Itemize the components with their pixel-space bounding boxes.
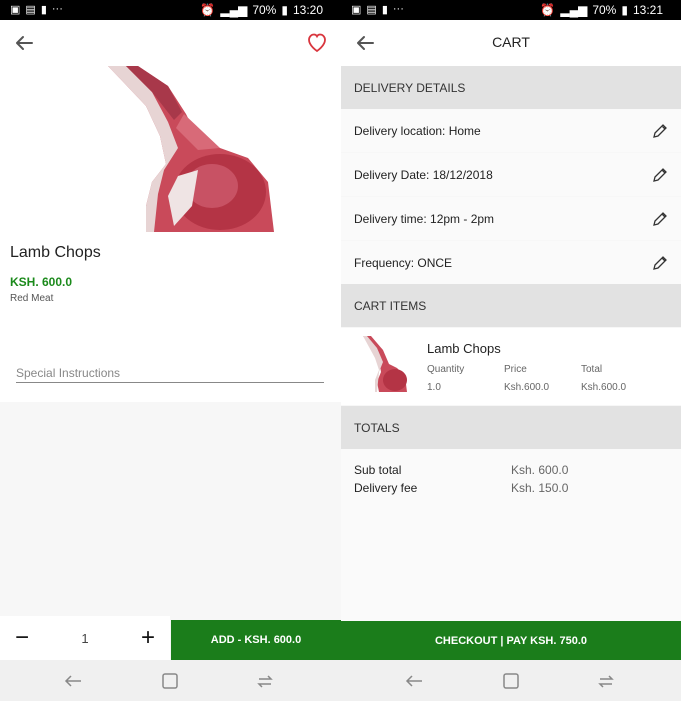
app-bar (0, 20, 341, 66)
clock: 13:21 (632, 3, 663, 17)
delivery-location-row[interactable]: Delivery location: Home (341, 109, 681, 152)
clock: 13:20 (292, 3, 323, 17)
sub-total-label: Sub total (354, 463, 402, 477)
delivery-fee-label: Delivery fee (354, 481, 418, 495)
price-label: Price (504, 364, 527, 375)
battery-text: 70% (252, 3, 277, 17)
battery-icon: ▮ (281, 3, 288, 17)
add-to-cart-button[interactable]: ADD - KSH. 600.0 (171, 620, 341, 660)
battery-text: 70% (592, 3, 617, 17)
quantity-stepper: − 1 + (0, 616, 170, 660)
status-bar: ▣ ▤ ▮ ··· ⏰ ▂▄▆ 70% ▮ 13:20 (0, 0, 341, 20)
nav-recents-icon[interactable] (595, 670, 617, 692)
delivery-details-heading: DELIVERY DETAILS (341, 66, 681, 109)
product-price: KSH. 600.0 (10, 275, 73, 289)
quantity-value: 1 (81, 630, 89, 646)
edit-pencil-icon[interactable] (651, 210, 669, 228)
status-right: ⏰ ▂▄▆ 70% ▮ 13:21 (540, 3, 663, 17)
cart-screen: ▣ ▤ ▮ ··· ⏰ ▂▄▆ 70% ▮ 13:21 CART DELIVERY D… (341, 0, 681, 701)
notification-icons: ▣ ▤ ▮ ··· (351, 3, 404, 16)
system-nav-bar (0, 660, 341, 701)
delivery-location-text: Delivery location: Home (354, 123, 481, 138)
app-bar: CART (341, 20, 681, 66)
delivery-fee-value: Ksh. 150.0 (511, 481, 569, 495)
totals-heading: TOTALS (341, 406, 681, 449)
totals-section: Sub total Ksh. 600.0 Delivery fee Ksh. 1… (341, 449, 681, 621)
cart-item[interactable]: Lamb Chops Quantity Price Total 1.0 Ksh.… (341, 328, 681, 405)
cart-items-heading: CART ITEMS (341, 284, 681, 327)
back-arrow-icon[interactable] (12, 31, 36, 55)
delivery-time-row[interactable]: Delivery time: 12pm - 2pm (341, 197, 681, 240)
increase-quantity-button[interactable]: + (126, 616, 170, 660)
decrease-quantity-button[interactable]: − (0, 616, 44, 660)
delivery-date-row[interactable]: Delivery Date: 18/12/2018 (341, 153, 681, 196)
total-value: Ksh.600.0 (581, 382, 627, 393)
cart-item-name: Lamb Chops (427, 341, 501, 356)
product-category: Red Meat (10, 293, 54, 304)
edit-pencil-icon[interactable] (651, 166, 669, 184)
heart-icon[interactable] (305, 30, 329, 54)
edit-pencil-icon[interactable] (651, 254, 669, 272)
signal-icon: ▂▄▆ (220, 3, 248, 17)
nav-home-icon[interactable] (500, 670, 522, 692)
product-name: Lamb Chops (10, 244, 101, 261)
nav-back-icon[interactable] (403, 670, 425, 692)
alarm-icon: ⏰ (540, 3, 556, 17)
total-label: Total (581, 364, 603, 375)
signal-icon: ▂▄▆ (560, 3, 588, 17)
frequency-row[interactable]: Frequency: ONCE (341, 241, 681, 284)
quantity-label: Quantity (427, 364, 465, 375)
edit-pencil-icon[interactable] (651, 122, 669, 140)
product-area: Lamb Chops KSH. 600.0 Red Meat (0, 66, 341, 402)
notification-icons: ▣ ▤ ▮ ··· (10, 3, 63, 16)
battery-icon: ▮ (621, 3, 628, 17)
quantity-value: 1.0 (427, 382, 441, 393)
status-bar: ▣ ▤ ▮ ··· ⏰ ▂▄▆ 70% ▮ 13:21 (341, 0, 681, 20)
system-nav-bar (341, 660, 681, 701)
price-value: Ksh.600.0 (504, 382, 550, 393)
delivery-date-text: Delivery Date: 18/12/2018 (354, 167, 493, 182)
checkout-button[interactable]: CHECKOUT | PAY KSH. 750.0 (341, 621, 681, 660)
lamb-chop-thumbnail (363, 336, 407, 392)
page-title: CART (492, 34, 530, 50)
status-right: ⏰ ▂▄▆ 70% ▮ 13:20 (200, 3, 323, 17)
product-detail-screen: ▣ ▤ ▮ ··· ⏰ ▂▄▆ 70% ▮ 13:20 Lamb Chops KSH.… (0, 0, 341, 701)
alarm-icon: ⏰ (200, 3, 216, 17)
nav-recents-icon[interactable] (254, 670, 276, 692)
delivery-time-text: Delivery time: 12pm - 2pm (354, 211, 495, 226)
nav-home-icon[interactable] (159, 670, 181, 692)
lamb-chop-image (108, 66, 274, 232)
sub-total-value: Ksh. 600.0 (511, 463, 569, 477)
special-instructions-input[interactable] (16, 363, 324, 383)
nav-back-icon[interactable] (62, 670, 84, 692)
frequency-text: Frequency: ONCE (354, 255, 453, 270)
